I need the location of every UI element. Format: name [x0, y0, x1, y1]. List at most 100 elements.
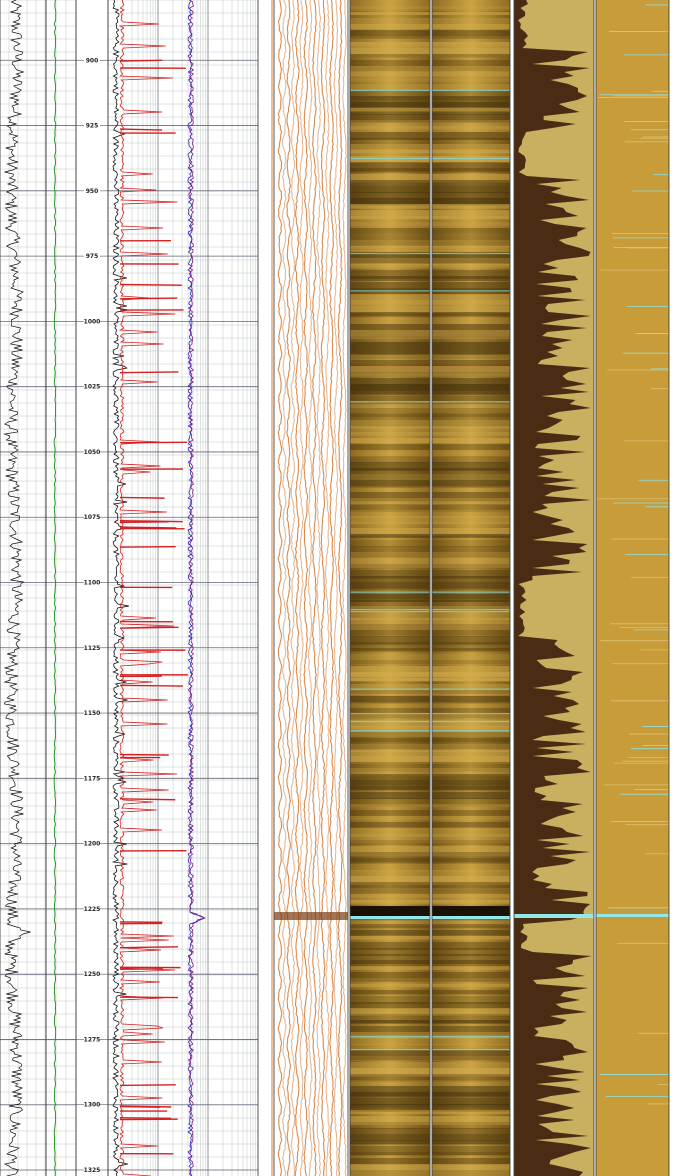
image-band: [432, 630, 510, 637]
image-fracture: [432, 89, 510, 92]
image-band: [350, 264, 430, 269]
image-cyan-band: [350, 916, 430, 919]
image-band: [432, 1152, 510, 1156]
image-fracture: [432, 1049, 510, 1051]
image-band: [432, 966, 510, 970]
depth-tick-label: 900: [86, 57, 99, 64]
depth-tick-label: 1050: [84, 449, 101, 456]
image-fracture: [350, 609, 430, 611]
image-band: [432, 108, 510, 112]
image-fracture: [432, 157, 510, 160]
image-band: [350, 660, 430, 665]
resistivity-red-spike: [119, 1117, 172, 1120]
resistivity-red-spike: [119, 798, 176, 801]
image-band: [350, 54, 430, 58]
image-band: [432, 306, 510, 313]
resistivity-red-spike: [119, 684, 184, 687]
depth-tick-label: 950: [86, 188, 99, 195]
noisy-curve-track-grid: [0, 0, 46, 1176]
resistivity-red-spike: [119, 526, 177, 529]
image-track-1-image: [350, 0, 430, 1176]
image-band: [432, 990, 510, 995]
image-band: [350, 564, 430, 570]
image-band: [432, 564, 510, 570]
image-band: [350, 792, 430, 800]
resistivity-red-spike: [119, 626, 179, 629]
image-fracture: [350, 712, 430, 715]
image-band: [432, 12, 510, 16]
image-band: [350, 900, 430, 905]
image-band: [432, 822, 510, 828]
image-band: [432, 276, 510, 282]
image-band: [350, 108, 430, 112]
image-band: [432, 1038, 510, 1046]
image-band: [432, 678, 510, 682]
image-fracture: [350, 401, 430, 403]
image-band: [432, 648, 510, 652]
image-band: [350, 1152, 430, 1156]
image-band: [350, 540, 430, 547]
image-band: [432, 552, 510, 558]
resistivity-red-spike: [119, 545, 176, 548]
image-fracture: [350, 688, 430, 690]
image-band: [350, 78, 430, 82]
image-band: [350, 804, 430, 808]
image-band: [350, 1032, 430, 1039]
depth-tick-label: 1325: [84, 1167, 101, 1174]
green-curve-line: [53, 0, 57, 1176]
image-fracture: [432, 730, 510, 732]
image-track-2-image: [432, 0, 510, 1176]
image-band: [432, 78, 510, 82]
fill-track-area: [514, 0, 594, 1176]
image-band: [350, 156, 430, 163]
image-fracture: [350, 252, 430, 255]
image-band: [350, 276, 430, 282]
image-band: [350, 630, 430, 637]
image-band: [432, 1122, 510, 1129]
gold-track-image: [596, 0, 669, 1176]
image-band: [350, 1110, 430, 1115]
log-curves: [3, 0, 669, 1176]
gold-background: [596, 0, 669, 1176]
image-band: [350, 690, 430, 694]
image-fracture: [432, 591, 510, 593]
image-fracture: [432, 290, 510, 292]
image-band: [350, 1122, 430, 1129]
image-band: [432, 900, 510, 905]
image-band: [432, 702, 510, 708]
image-band: [432, 606, 510, 612]
image-fracture: [432, 688, 510, 690]
image-band: [432, 372, 510, 378]
image-band: [350, 216, 430, 228]
image-band: [432, 156, 510, 163]
image-fracture: [350, 610, 430, 613]
image-band: [350, 456, 430, 463]
image-band: [432, 924, 510, 929]
image-fracture: [350, 720, 430, 723]
image-band: [350, 300, 430, 305]
image-fracture: [350, 157, 430, 160]
image-band: [432, 936, 510, 940]
image-band: [432, 312, 510, 317]
image-band: [432, 840, 510, 845]
image-band: [432, 6, 510, 10]
image-band: [432, 444, 510, 451]
image-fracture: [350, 1049, 430, 1051]
image-band: [432, 1110, 510, 1115]
image-fracture: [432, 1036, 510, 1038]
image-fracture: [432, 720, 510, 723]
image-band: [432, 816, 510, 821]
image-band: [350, 24, 430, 30]
resistivity-red-spike: [119, 496, 165, 499]
image-band: [350, 228, 430, 234]
resistivity-red-spike: [119, 59, 163, 62]
image-band: [350, 312, 430, 317]
image-band: [350, 984, 430, 988]
image-band: [432, 960, 510, 964]
image-band: [432, 84, 510, 91]
depth-tick-label: 1200: [84, 841, 101, 848]
depth-tick-label: 975: [86, 253, 99, 260]
image-fracture: [432, 610, 510, 613]
image-band: [432, 0, 510, 11]
depth-tick-label: 1100: [84, 580, 101, 587]
